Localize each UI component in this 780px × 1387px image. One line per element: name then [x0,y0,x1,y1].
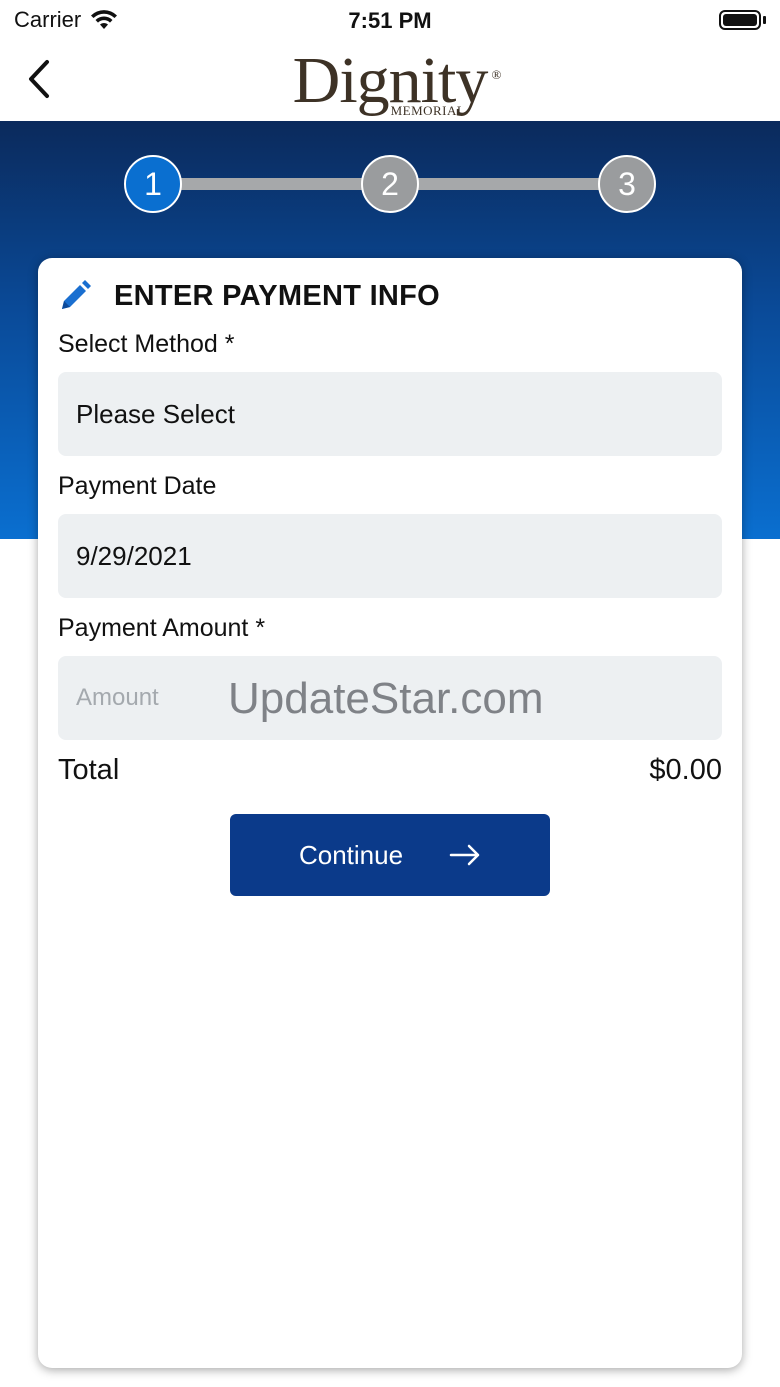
continue-label: Continue [298,839,404,870]
step-1: 1 [124,155,182,213]
payment-date-field[interactable]: 9/29/2021 [58,514,722,598]
logo-text: Dignity [292,43,489,117]
payment-date-value: 9/29/2021 [76,540,192,571]
continue-button[interactable]: Continue [230,814,550,896]
logo-registered-mark: ® [491,66,502,82]
back-button[interactable] [18,54,58,104]
date-label: Payment Date [58,472,217,500]
nav-header: Dignity ® MEMORIAL [0,40,780,121]
dignity-memorial-logo: Dignity ® MEMORIAL [292,43,502,118]
pencil-icon [62,280,91,309]
step-2: 2 [361,155,419,213]
progress-stepper: 1 2 3 [124,155,656,213]
total-value: $0.00 [649,754,722,786]
total-row: Total $0.00 [58,754,722,788]
status-bar: Carrier 7:51 PM [0,0,780,40]
payment-card: ENTER PAYMENT INFO Select Method * Pleas… [38,258,742,1368]
amount-label: Payment Amount * [58,614,266,642]
method-select[interactable]: Please Select [58,372,722,456]
total-label: Total [58,754,120,786]
payment-screen: Carrier 7:51 PM Dignity ® MEMORIAL 1 2 3… [0,0,780,1387]
method-label: Select Method * [58,330,235,358]
amount-field[interactable]: UpdateStar.com [58,656,722,740]
method-select-value: Please Select [76,398,235,429]
card-header: ENTER PAYMENT INFO [58,278,722,314]
clock: 7:51 PM [348,8,432,33]
step-3: 3 [598,155,656,213]
card-title: ENTER PAYMENT INFO [114,279,441,312]
logo-subtext: MEMORIAL [390,102,466,118]
chevron-left-icon [29,60,49,98]
arrow-right-icon [449,844,480,866]
amount-input[interactable] [76,684,704,712]
step-connector-1 [180,178,362,190]
step-connector-2 [418,178,600,190]
